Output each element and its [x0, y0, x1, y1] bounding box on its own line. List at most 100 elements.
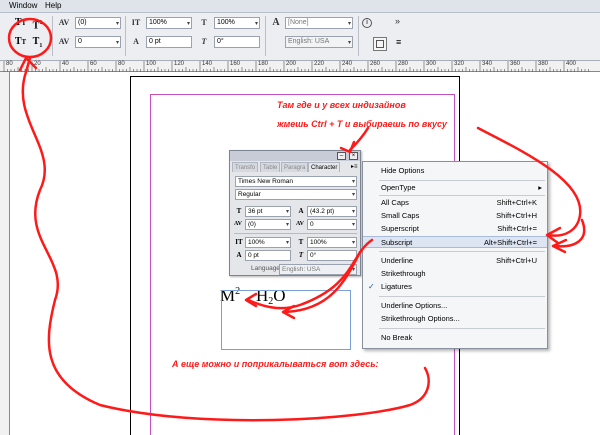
horizontal-scale-icon: T: [298, 238, 304, 246]
annotation-line-1: Там где и у всех индизайнов: [277, 100, 406, 110]
tab-character[interactable]: Character: [308, 162, 341, 172]
skew-field[interactable]: 0°: [214, 36, 260, 48]
separator: [125, 16, 126, 56]
vertical-ruler: [0, 72, 10, 435]
vertical-scale-field[interactable]: 100% ▾: [146, 17, 192, 29]
menu-item-all-caps[interactable]: All Caps Shift+Ctrl+K: [363, 197, 547, 209]
menu-item-small-caps[interactable]: Small Caps Shift+Ctrl+H: [363, 210, 547, 222]
new-style-icon[interactable]: [373, 37, 387, 51]
ruler-label: 20: [34, 61, 41, 67]
font-size-icon: T: [236, 207, 242, 215]
panel-options-icon[interactable]: ≡: [396, 37, 401, 47]
menu-item-underline[interactable]: Underline Shift+Ctrl+U: [363, 255, 547, 267]
horizontal-scale-field[interactable]: 100% ▾: [214, 17, 260, 29]
character-panel-menu: Hide Options OpenType ▸ All Caps Shift+Ctr…: [362, 161, 548, 349]
submenu-arrow-icon: ▸: [538, 183, 542, 192]
leading-field[interactable]: (43.2 pt) ▾: [307, 206, 357, 217]
annotation-line-3: А еще можно и поприкалываться вот здесь:: [172, 359, 379, 369]
horizontal-scale-field[interactable]: 100% ▾: [307, 237, 357, 248]
menu-bar: Window Help: [0, 0, 600, 13]
close-icon[interactable]: ×: [349, 152, 358, 160]
ruler-label: 180: [258, 61, 269, 67]
kerning-field[interactable]: (0) ▾: [245, 219, 291, 230]
control-panel: TT T1 TT T1 AV (0) ▾ AV 0 ▾ IT 100% ▾ T 100…: [0, 13, 600, 61]
font-size-field[interactable]: 36 pt ▾: [245, 206, 291, 217]
menu-help[interactable]: Help: [45, 1, 61, 10]
all-caps-button[interactable]: TT: [13, 16, 28, 30]
menu-separator: [379, 296, 545, 297]
menu-window[interactable]: Window: [9, 1, 37, 10]
ruler-label: 380: [538, 61, 549, 67]
menu-item-no-break[interactable]: No Break: [363, 332, 547, 344]
menu-item-ligatures[interactable]: ✓ Ligatures: [363, 281, 547, 293]
ruler-label: 60: [90, 61, 97, 67]
font-family-dropdown[interactable]: Times New Roman ▾: [235, 176, 357, 187]
ruler-label: 120: [174, 61, 185, 67]
menu-separator: [379, 328, 545, 329]
ruler-label: 240: [342, 61, 353, 67]
language-dropdown[interactable]: English: USA ▾: [279, 264, 357, 275]
menu-item-strikethrough-options[interactable]: Strikethrough Options...: [363, 313, 547, 325]
tracking-field[interactable]: 0 ▾: [75, 36, 121, 48]
panel-menu-icon[interactable]: »: [395, 16, 400, 26]
skew-field[interactable]: 0°: [307, 250, 357, 261]
kerning-icon: AV: [58, 18, 70, 27]
menu-separator: [379, 195, 545, 196]
menu-item-hide-options[interactable]: Hide Options: [363, 165, 547, 177]
tracking-icon: AV: [296, 221, 304, 227]
menu-separator: [379, 251, 545, 252]
ruler-label: 280: [398, 61, 409, 67]
ruler-label: 400: [566, 61, 577, 67]
ruler-label: 220: [314, 61, 325, 67]
kerning-icon: AV: [234, 221, 242, 227]
divider: [234, 233, 357, 234]
menu-item-strikethrough[interactable]: Strikethrough: [363, 268, 547, 280]
baseline-shift-field[interactable]: 0 pt: [245, 250, 291, 261]
leading-icon: A: [298, 207, 304, 215]
baseline-shift-field[interactable]: 0 pt: [146, 36, 192, 48]
ruler-label: 100: [146, 61, 157, 67]
vertical-scale-icon: IT: [235, 238, 243, 246]
baseline-shift-icon: A: [133, 37, 139, 46]
kerning-field[interactable]: (0) ▾: [75, 17, 121, 29]
tab-transform[interactable]: Transfo: [232, 162, 259, 172]
language-dropdown[interactable]: English: USA ▾: [285, 36, 353, 48]
arrowhead: [545, 226, 562, 245]
menu-item-opentype[interactable]: OpenType ▸: [363, 182, 547, 194]
menu-item-superscript[interactable]: Superscript Shift+Ctrl+=: [363, 223, 547, 235]
text-frame[interactable]: [221, 290, 351, 350]
subscript-button[interactable]: T1: [30, 35, 45, 49]
character-style-icon: A: [272, 17, 280, 28]
small-caps-button[interactable]: TT: [13, 35, 28, 49]
ruler-label: 80: [118, 61, 125, 67]
ruler-label: 40: [62, 61, 69, 67]
tab-paragraph[interactable]: Paragra: [281, 162, 309, 172]
skew-icon: T: [201, 37, 207, 46]
ruler-label: 160: [230, 61, 241, 67]
language-label: Language:: [251, 265, 282, 272]
panel-titlebar[interactable]: – ×: [230, 151, 360, 161]
panel-flyout-button[interactable]: ▸≡: [351, 163, 360, 171]
horizontal-ruler: 80 20 40 60 80 100 120 140 160 180 200 220 240 260 280…: [0, 61, 600, 72]
baseline-shift-icon: A: [236, 251, 242, 259]
vertical-scale-icon: IT: [131, 18, 141, 27]
character-panel[interactable]: – × Transfo Table Paragra Character ▸≡ T…: [229, 150, 361, 276]
superscript-button[interactable]: T1: [30, 16, 45, 31]
info-icon[interactable]: i: [362, 18, 372, 28]
tab-table[interactable]: Table: [260, 162, 281, 172]
horizontal-scale-icon: T: [201, 18, 207, 27]
ruler-label: 140: [202, 61, 213, 67]
vertical-scale-field[interactable]: 100% ▾: [245, 237, 291, 248]
tracking-field[interactable]: 0 ▾: [307, 219, 357, 230]
character-style-dropdown[interactable]: [None] ▾: [285, 17, 353, 29]
arrow-to-subscript: [553, 218, 586, 248]
minimize-icon[interactable]: –: [337, 152, 346, 160]
ruler-label: 340: [482, 61, 493, 67]
menu-item-underline-options[interactable]: Underline Options...: [363, 300, 547, 312]
separator: [358, 16, 359, 56]
arrowhead: [551, 238, 568, 254]
menu-item-subscript[interactable]: Subscript Alt+Shift+Ctrl+=: [363, 236, 547, 248]
ruler-label: 360: [510, 61, 521, 67]
ruler-label: 260: [370, 61, 381, 67]
font-style-dropdown[interactable]: Regular ▾: [235, 189, 357, 200]
